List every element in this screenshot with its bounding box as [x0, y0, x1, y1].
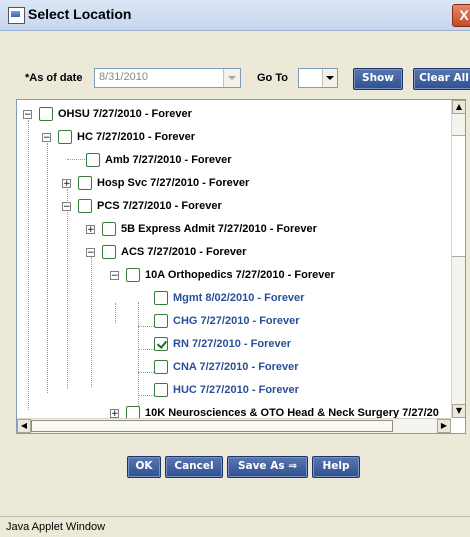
tree-node-label: HC 7/27/2010 - Forever — [77, 131, 196, 143]
node-checkbox[interactable] — [78, 176, 92, 190]
tree-node[interactable]: Amb 7/27/2010 - Forever — [86, 152, 232, 168]
scroll-thumb[interactable] — [31, 420, 393, 432]
scroll-left-icon[interactable]: ◀ — [17, 419, 31, 433]
tree-node[interactable]: + Hosp Svc 7/27/2010 - Forever — [62, 175, 249, 191]
node-checkbox[interactable] — [154, 383, 168, 397]
scroll-right-icon[interactable]: ▶ — [437, 419, 451, 433]
tree-node[interactable]: − OHSU 7/27/2010 - Forever — [23, 106, 192, 122]
help-button[interactable]: Help — [312, 456, 360, 478]
ok-button[interactable]: OK — [127, 456, 161, 478]
status-text: Java Applet Window — [6, 521, 106, 533]
tree-node-label: Amb 7/27/2010 - Forever — [105, 154, 232, 166]
expand-icon[interactable]: + — [86, 224, 95, 234]
as-of-date-label: *As of date — [25, 72, 83, 84]
node-checkbox[interactable] — [154, 314, 168, 328]
tree-node[interactable]: CHG 7/27/2010 - Forever — [154, 313, 300, 329]
node-checkbox[interactable] — [102, 222, 116, 236]
tree-node[interactable]: + 5B Express Admit 7/27/2010 - Forever — [86, 221, 317, 237]
tree-node-label: ACS 7/27/2010 - Forever — [121, 246, 247, 258]
chevron-down-icon[interactable] — [322, 69, 337, 87]
location-tree[interactable]: − OHSU 7/27/2010 - Forever − HC 7/27/201… — [16, 99, 466, 434]
status-bar: Java Applet Window — [0, 516, 470, 537]
save-as-button[interactable]: Save As ⇒ — [227, 456, 308, 478]
tree-node[interactable]: RN 7/27/2010 - Forever — [154, 336, 291, 352]
tree-node-label: 5B Express Admit 7/27/2010 - Forever — [121, 223, 317, 235]
tree-node-label: RN 7/27/2010 - Forever — [173, 338, 292, 350]
scroll-up-icon[interactable]: ▲ — [452, 100, 465, 114]
horizontal-scrollbar[interactable]: ◀ ▶ — [17, 418, 451, 433]
node-checkbox-checked[interactable] — [154, 337, 168, 351]
title-bar: Select Location X — [0, 0, 470, 31]
node-checkbox[interactable] — [58, 130, 72, 144]
tree-node-label: Hosp Svc 7/27/2010 - Forever — [97, 177, 250, 189]
collapse-icon[interactable]: − — [86, 247, 95, 257]
collapse-icon[interactable]: − — [62, 201, 71, 211]
node-checkbox[interactable] — [86, 153, 100, 167]
tree-node-label: HUC 7/27/2010 - Forever — [173, 384, 299, 396]
tree-node[interactable]: HUC 7/27/2010 - Forever — [154, 382, 299, 398]
tree-node[interactable]: − ACS 7/27/2010 - Forever — [86, 244, 246, 260]
window-title: Select Location — [28, 6, 132, 22]
cancel-button[interactable]: Cancel — [165, 456, 223, 478]
node-checkbox[interactable] — [154, 291, 168, 305]
tree-node-label: OHSU 7/27/2010 - Forever — [58, 108, 192, 120]
tree-node-label: 10A Orthopedics 7/27/2010 - Forever — [145, 269, 335, 281]
collapse-icon[interactable]: − — [110, 270, 119, 280]
as-of-date-value: 8/31/2010 — [99, 71, 148, 83]
tree-node-label: Mgmt 8/02/2010 - Forever — [173, 292, 305, 304]
tree-node[interactable]: − 10A Orthopedics 7/27/2010 - Forever — [110, 267, 335, 283]
node-checkbox[interactable] — [78, 199, 92, 213]
scroll-down-icon[interactable]: ▼ — [452, 404, 465, 418]
tree-node-label: CHG 7/27/2010 - Forever — [173, 315, 300, 327]
tree-node-label: CNA 7/27/2010 - Forever — [173, 361, 299, 373]
vertical-scrollbar[interactable]: ▲ ▼ — [451, 100, 465, 418]
collapse-icon[interactable]: − — [23, 109, 32, 119]
go-to-label: Go To — [257, 72, 288, 84]
scroll-thumb[interactable] — [452, 135, 465, 257]
close-button[interactable]: X — [452, 4, 470, 27]
collapse-icon[interactable]: − — [42, 132, 51, 142]
as-of-date-field[interactable]: 8/31/2010 — [94, 68, 241, 88]
chevron-down-icon[interactable] — [223, 69, 240, 87]
tree-node-label: PCS 7/27/2010 - Forever — [97, 200, 222, 212]
tree-node[interactable]: − PCS 7/27/2010 - Forever — [62, 198, 222, 214]
clear-all-button[interactable]: Clear All — [413, 68, 470, 90]
tree-node[interactable]: − HC 7/27/2010 - Forever — [42, 129, 195, 145]
expand-icon[interactable]: + — [62, 178, 71, 188]
show-button[interactable]: Show — [353, 68, 403, 90]
app-icon — [8, 7, 25, 24]
tree-node[interactable]: CNA 7/27/2010 - Forever — [154, 359, 299, 375]
tree-node[interactable]: Mgmt 8/02/2010 - Forever — [154, 290, 304, 306]
go-to-select[interactable] — [298, 68, 338, 88]
node-checkbox[interactable] — [102, 245, 116, 259]
expand-icon[interactable]: + — [110, 408, 119, 418]
node-checkbox[interactable] — [39, 107, 53, 121]
dialog-content: *As of date 8/31/2010 Go To Show Clear A… — [8, 31, 470, 516]
node-checkbox[interactable] — [154, 360, 168, 374]
node-checkbox[interactable] — [126, 268, 140, 282]
